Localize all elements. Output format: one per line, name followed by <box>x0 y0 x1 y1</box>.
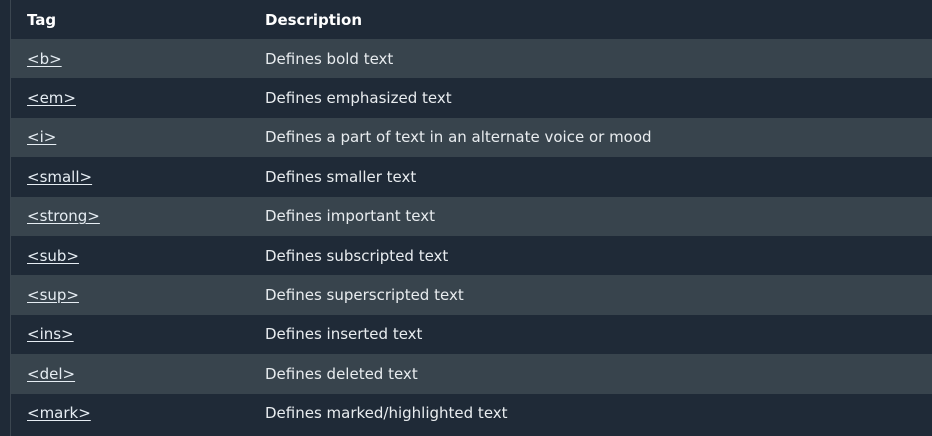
tag-link[interactable]: <del> <box>27 365 75 383</box>
tag-description: Defines bold text <box>265 49 394 68</box>
tag-description: Defines superscripted text <box>265 286 464 305</box>
tag-link[interactable]: <mark> <box>27 404 91 422</box>
tag-link[interactable]: <strong> <box>27 207 100 225</box>
tag-description: Defines smaller text <box>265 167 417 186</box>
table-row: <ins> Defines inserted text <box>11 314 932 355</box>
table-row: <b> Defines bold text <box>11 39 932 79</box>
tag-link[interactable]: <ins> <box>27 325 74 343</box>
header-description: Description <box>265 11 363 29</box>
table-row: <strong> Defines important text <box>11 196 932 236</box>
tag-description: Defines a part of text in an alternate v… <box>265 128 652 147</box>
tag-description: Defines inserted text <box>265 325 423 344</box>
table-row: <i> Defines a part of text in an alterna… <box>11 117 932 158</box>
tag-description: Defines deleted text <box>265 364 418 383</box>
tag-description: Defines important text <box>265 207 436 226</box>
header-tag: Tag <box>27 11 57 29</box>
tag-link[interactable]: <small> <box>27 168 92 186</box>
table-row: <sup> Defines superscripted text <box>11 275 932 315</box>
html-formatting-tags-table: Tag Description <b> Defines bold text <e… <box>11 0 932 436</box>
tag-link[interactable]: <sup> <box>27 286 79 304</box>
tag-link[interactable]: <sub> <box>27 247 79 265</box>
reference-table-panel: Tag Description <b> Defines bold text <e… <box>0 0 932 436</box>
table-row: <sub> Defines subscripted text <box>11 235 932 276</box>
table-row: <em> Defines emphasized text <box>11 78 932 118</box>
tag-link[interactable]: <b> <box>27 50 62 68</box>
tag-description: Defines emphasized text <box>265 89 452 108</box>
tag-description: Defines subscripted text <box>265 246 449 265</box>
table-row: <small> Defines smaller text <box>11 157 932 197</box>
table-row: <del> Defines deleted text <box>11 354 932 394</box>
tag-description: Defines marked/highlighted text <box>265 404 508 423</box>
tag-link[interactable]: <i> <box>27 128 56 146</box>
tag-link[interactable]: <em> <box>27 89 76 107</box>
table-header-row: Tag Description <box>11 0 932 39</box>
table-row: <mark> Defines marked/highlighted text <box>11 393 932 433</box>
